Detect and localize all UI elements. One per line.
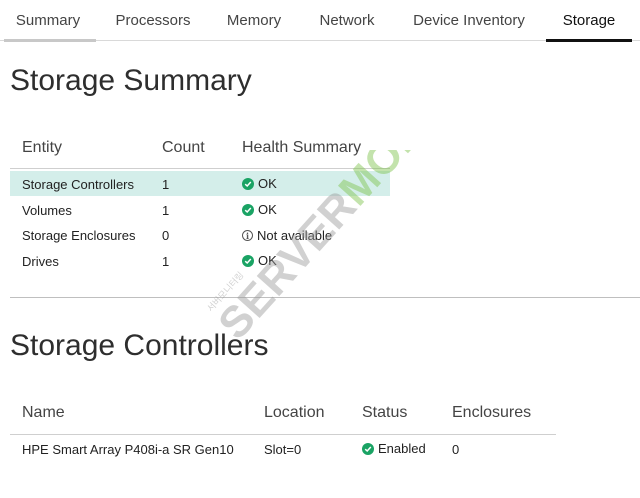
tab-summary[interactable]: Summary (0, 0, 96, 42)
health-status-text: OK (258, 253, 277, 268)
tab-processors[interactable]: Processors (100, 0, 206, 40)
column-header-enclosures: Enclosures (452, 404, 532, 421)
controller-status-text: Enabled (378, 441, 426, 456)
tab-label: Network (319, 11, 375, 29)
controller-location-cell: Slot=0 (264, 442, 302, 457)
tab-bar-baseline (0, 40, 640, 41)
tab-label: Device Inventory (413, 11, 525, 29)
health-cell: OK (242, 202, 277, 217)
tab-memory[interactable]: Memory (210, 0, 298, 40)
storage-summary-title: Storage Summary (10, 64, 252, 97)
count-cell: 1 (162, 177, 170, 192)
section-divider (10, 297, 640, 298)
tab-label: Memory (226, 11, 282, 29)
watermark-subtext: 서버모니터링 (204, 269, 246, 314)
column-header-name: Name (22, 404, 65, 421)
controller-enclosures-cell: 0 (452, 442, 460, 457)
tab-label: Processors (115, 11, 191, 29)
entity-cell[interactable]: Drives (22, 254, 59, 269)
entity-cell[interactable]: Volumes (22, 203, 72, 218)
watermark-text-gray: SERVER (209, 182, 366, 349)
storage-controllers-title: Storage Controllers (10, 329, 269, 362)
ok-check-icon (242, 177, 254, 190)
column-header-count: Count (162, 139, 205, 156)
entity-cell[interactable]: Storage Enclosures (22, 228, 135, 243)
tab-storage[interactable]: Storage (546, 0, 632, 42)
health-cell: OK (242, 253, 277, 268)
tab-device-inventory[interactable]: Device Inventory (396, 0, 542, 40)
column-header-location: Location (264, 404, 325, 421)
health-status-text: Not available (257, 228, 333, 243)
tab-bar: Summary Processors Memory Network Device… (0, 0, 640, 42)
controller-name-cell[interactable]: HPE Smart Array P408i-a SR Gen10 (22, 442, 234, 457)
tab-label: Summary (15, 11, 81, 29)
health-status-text: OK (258, 176, 277, 191)
ok-check-icon (362, 442, 374, 455)
tab-label: Storage (562, 11, 616, 29)
count-cell: 0 (162, 228, 170, 243)
ok-check-icon (242, 254, 254, 267)
column-header-health-summary: Health Summary (242, 139, 362, 156)
health-cell: OK (242, 176, 277, 191)
health-cell: i Not available (242, 228, 332, 243)
table-header-divider (10, 168, 390, 169)
column-header-entity: Entity (22, 139, 63, 156)
column-header-status: Status (362, 404, 408, 421)
controller-status-cell: Enabled (362, 441, 426, 456)
storage-page: Summary Processors Memory Network Device… (0, 0, 640, 498)
entity-cell[interactable]: Storage Controllers (22, 177, 134, 192)
tab-network[interactable]: Network (302, 0, 392, 40)
ok-check-icon (242, 203, 254, 216)
info-icon: i (242, 230, 253, 241)
health-status-text: OK (258, 202, 277, 217)
count-cell: 1 (162, 203, 170, 218)
table-header-divider (10, 434, 556, 435)
count-cell: 1 (162, 254, 170, 269)
